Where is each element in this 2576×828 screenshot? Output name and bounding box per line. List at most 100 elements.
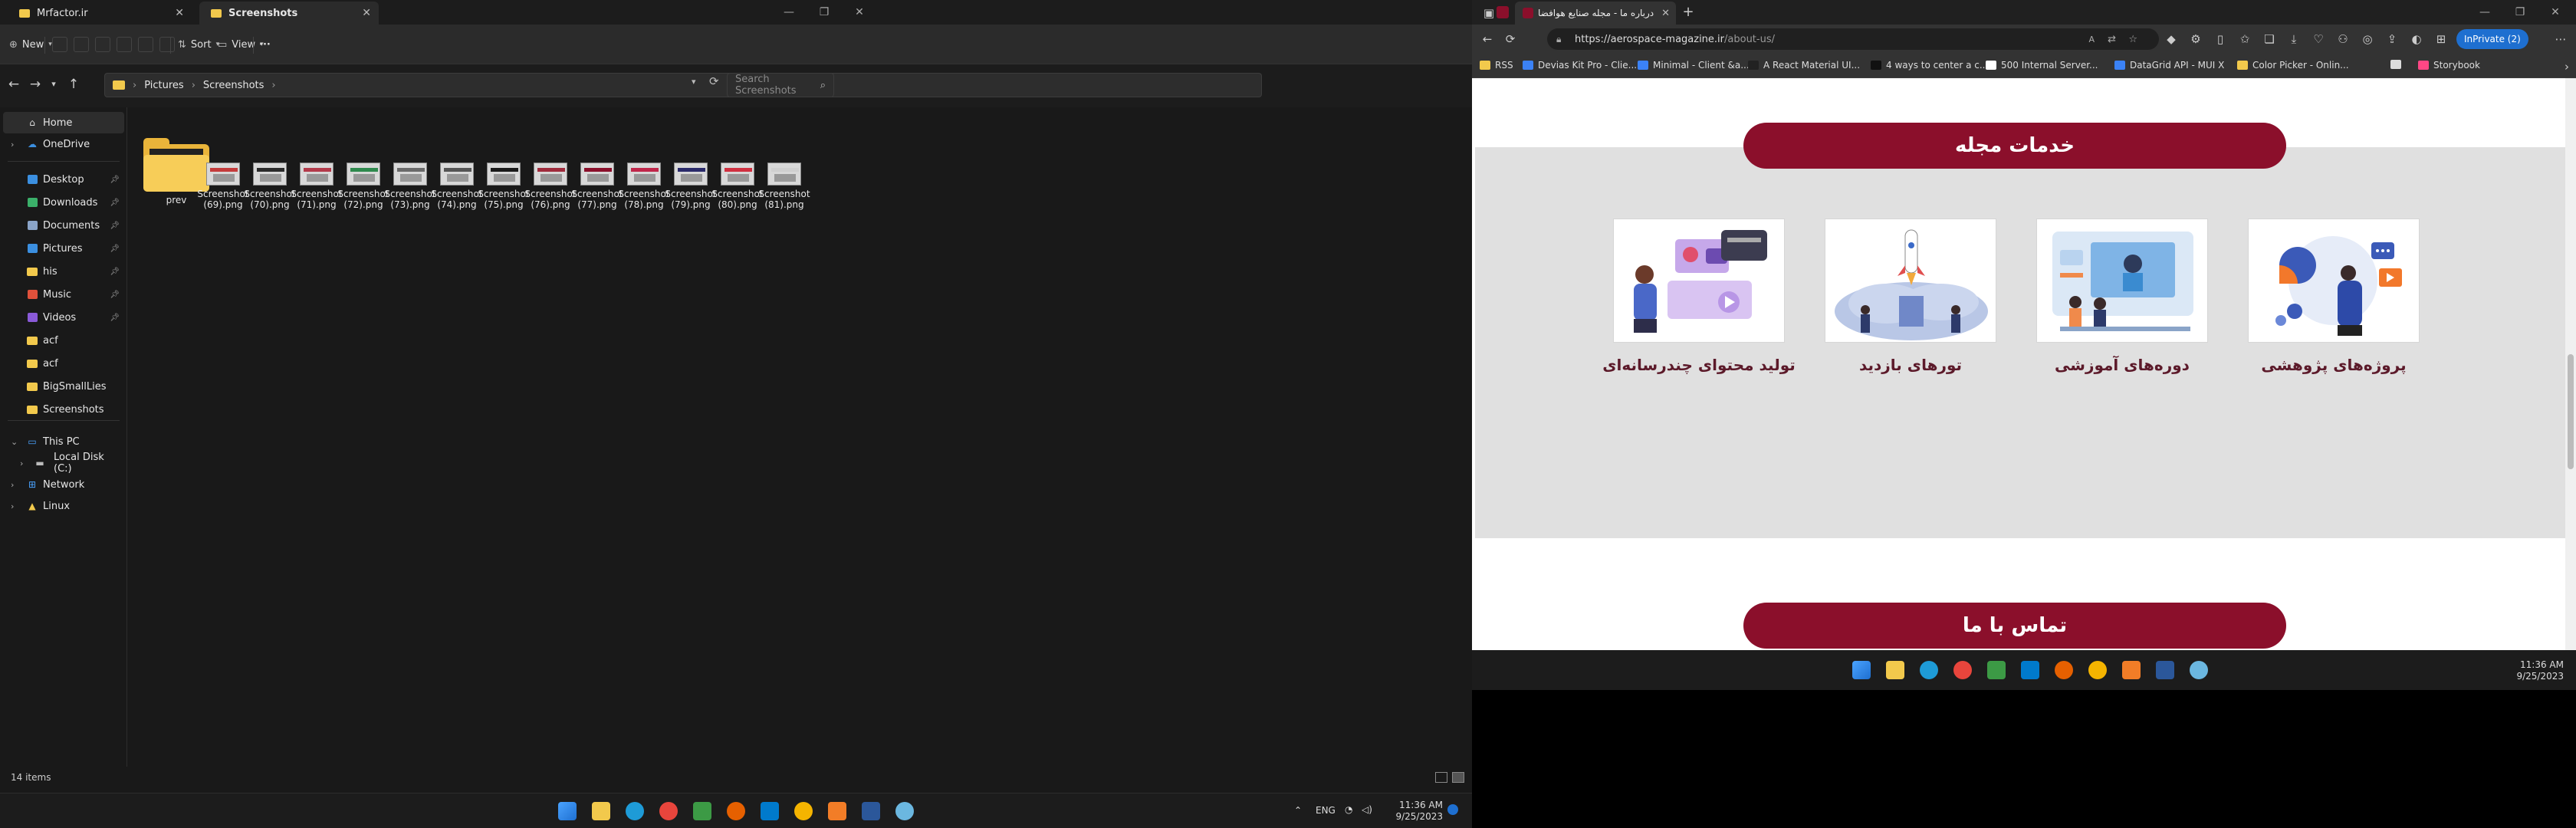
edge-icon[interactable] bbox=[626, 802, 644, 820]
more-favorites-icon[interactable]: › bbox=[2559, 60, 2574, 74]
nav-quick-item[interactable]: his 📌︎ bbox=[3, 261, 124, 282]
service-card-courses[interactable] bbox=[2036, 219, 2208, 343]
close-window-icon[interactable]: ✕ bbox=[2538, 0, 2573, 25]
service-card-research[interactable] bbox=[2248, 219, 2420, 343]
maximize-icon[interactable]: ❐ bbox=[807, 0, 842, 25]
breadcrumb-pictures[interactable]: Pictures bbox=[144, 80, 183, 91]
bookmark-item[interactable]: 4 ways to center a c... bbox=[1871, 60, 1988, 71]
close-icon[interactable]: ✕ bbox=[175, 7, 184, 19]
url-bar[interactable]: 🔒︎ https://aerospace-magazine.ir /about-… bbox=[1547, 28, 2159, 50]
close-window-icon[interactable]: ✕ bbox=[842, 0, 877, 25]
new-button[interactable]: ⊕ New ▾ bbox=[9, 34, 52, 55]
start-icon[interactable] bbox=[1852, 661, 1871, 679]
back-arrow-icon[interactable]: ← bbox=[1480, 32, 1495, 46]
pin-icon[interactable]: 📌︎ bbox=[110, 245, 120, 253]
large-icons-view-icon[interactable] bbox=[1452, 772, 1464, 783]
minimize-icon[interactable]: — bbox=[771, 0, 807, 25]
nav-local-disk[interactable]: › ▬ Local Disk (C:) bbox=[3, 452, 124, 475]
share-icon[interactable]: ⇪ bbox=[2384, 32, 2400, 46]
cut-icon[interactable] bbox=[52, 37, 67, 52]
volume-icon[interactable]: ◁) bbox=[1362, 804, 1372, 816]
page-scrollbar[interactable] bbox=[2565, 78, 2576, 650]
copy-icon[interactable] bbox=[74, 37, 89, 52]
inprivate-badge[interactable]: InPrivate (2) bbox=[2456, 29, 2528, 49]
view-button[interactable]: ▭ View ▾ bbox=[218, 34, 264, 55]
nav-quick-item[interactable]: BigSmallLies bbox=[3, 376, 124, 397]
gear-icon[interactable]: ⚙ bbox=[2188, 32, 2203, 46]
copilot-icon[interactable]: ◎ bbox=[2360, 32, 2375, 46]
nav-quick-item[interactable]: Downloads 📌︎ bbox=[3, 192, 124, 213]
pin-icon[interactable]: 📌︎ bbox=[110, 268, 120, 276]
nav-quick-item[interactable]: Pictures 📌︎ bbox=[3, 238, 124, 259]
bookmark-item[interactable]: Minimal - Client &a... bbox=[1638, 60, 1750, 71]
pin-icon[interactable]: 📌︎ bbox=[110, 314, 120, 322]
apps-icon[interactable]: ⊞ bbox=[2433, 32, 2449, 46]
chrome-icon[interactable] bbox=[659, 802, 678, 820]
favorites-icon[interactable]: ✩ bbox=[2237, 32, 2252, 46]
extension-icon[interactable]: ◆ bbox=[2164, 32, 2179, 46]
notification-icon[interactable] bbox=[1447, 804, 1458, 815]
delete-icon[interactable] bbox=[159, 37, 175, 52]
more-options-button[interactable]: ··· bbox=[259, 34, 271, 55]
language-indicator[interactable]: ENG bbox=[1316, 805, 1336, 816]
address-dropdown-icon[interactable]: ▾ bbox=[692, 77, 696, 87]
service-card-tours[interactable] bbox=[1825, 219, 1996, 343]
read-aloud-icon[interactable]: A bbox=[2088, 34, 2095, 44]
close-icon[interactable]: ✕ bbox=[362, 7, 371, 19]
forward-arrow-icon[interactable]: → bbox=[26, 77, 44, 92]
minimize-icon[interactable]: — bbox=[2467, 0, 2502, 25]
nav-this-pc[interactable]: ⌄ ▭ This PC bbox=[3, 431, 124, 452]
paste-icon[interactable] bbox=[95, 37, 110, 52]
new-tab-icon[interactable]: + bbox=[1681, 4, 1696, 20]
nav-quick-item[interactable]: acf bbox=[3, 353, 124, 374]
service-label-courses[interactable]: دوره‌های آموزشی bbox=[2007, 356, 2237, 374]
chrome-icon[interactable] bbox=[1953, 661, 1972, 679]
profile-icon[interactable]: ◐ bbox=[2409, 32, 2424, 46]
bookmark-item[interactable]: DataGrid API - MUI X bbox=[2114, 60, 2224, 71]
bookmark-item[interactable]: Color Picker - Onlin... bbox=[2237, 60, 2349, 71]
vscode-icon[interactable] bbox=[2021, 661, 2039, 679]
tab-mrfactor[interactable]: Mrfactor.ir ✕ bbox=[8, 2, 192, 25]
up-arrow-icon[interactable]: ↑ bbox=[64, 77, 83, 92]
nav-network[interactable]: › ⊞ Network bbox=[3, 474, 124, 495]
nav-onedrive[interactable]: › ☁ OneDrive bbox=[3, 133, 124, 155]
service-label-research[interactable]: پروژه‌های پژوهشی bbox=[2219, 356, 2449, 374]
recent-locations-icon[interactable]: ▾ bbox=[44, 79, 63, 89]
sort-button[interactable]: ⇅ Sort ▾ bbox=[178, 34, 219, 55]
nav-quick-item[interactable]: Screenshots bbox=[3, 399, 124, 420]
xampp-icon[interactable] bbox=[2122, 661, 2141, 679]
nav-quick-item[interactable]: Desktop 📌︎ bbox=[3, 169, 124, 190]
nav-home[interactable]: ⌂ Home bbox=[3, 112, 124, 133]
service-card-multimedia[interactable] bbox=[1613, 219, 1785, 343]
close-icon[interactable]: ✕ bbox=[1661, 8, 1670, 19]
clock[interactable]: 11:36 AM 9/25/2023 bbox=[1386, 800, 1443, 823]
edge-icon[interactable] bbox=[1920, 661, 1938, 679]
bookmark-item[interactable] bbox=[2390, 60, 2406, 69]
refresh-icon[interactable]: ⟳ bbox=[1503, 32, 1518, 46]
network-globe-icon[interactable] bbox=[2190, 661, 2208, 679]
nav-quick-item[interactable]: Videos 📌︎ bbox=[3, 307, 124, 328]
clock[interactable]: 11:36 AM 9/25/2023 bbox=[2507, 659, 2564, 682]
browser-essentials-icon[interactable]: ♡ bbox=[2311, 32, 2326, 46]
translate-icon[interactable]: ⇄ bbox=[2108, 34, 2116, 45]
collections-icon[interactable]: ❏ bbox=[2262, 32, 2277, 46]
bookmark-item[interactable]: Devias Kit Pro - Clie... bbox=[1523, 60, 1637, 71]
plus-icon[interactable] bbox=[218, 3, 239, 21]
maximize-icon[interactable]: ❐ bbox=[2502, 0, 2538, 25]
more-menu-icon[interactable]: ⋯ bbox=[2553, 32, 2568, 46]
bookmark-item[interactable]: A React Material UI... bbox=[1748, 60, 1860, 71]
excel-app-icon[interactable] bbox=[1987, 661, 2006, 679]
chrome-canary-icon[interactable] bbox=[2088, 661, 2107, 679]
bookmark-item[interactable]: RSS bbox=[1480, 60, 1513, 71]
search-input[interactable]: Search Screenshots ⌕ bbox=[727, 73, 834, 97]
chrome-canary-icon[interactable] bbox=[794, 802, 813, 820]
tray-chevron-icon[interactable]: ⌃ bbox=[1294, 805, 1302, 816]
excel-app-icon[interactable] bbox=[693, 802, 711, 820]
start-icon[interactable] bbox=[558, 802, 577, 820]
firefox-icon[interactable] bbox=[2055, 661, 2073, 679]
downloads-icon[interactable]: ⤓ bbox=[2286, 32, 2302, 46]
service-label-tours[interactable]: تورهای بازدید bbox=[1796, 356, 2026, 374]
browser-tab[interactable]: درباره ما - مجله صنایع هوافضا ✕ bbox=[1515, 2, 1676, 25]
file-explorer-icon[interactable] bbox=[1886, 661, 1904, 679]
wifi-icon[interactable]: ◔ bbox=[1345, 804, 1352, 816]
